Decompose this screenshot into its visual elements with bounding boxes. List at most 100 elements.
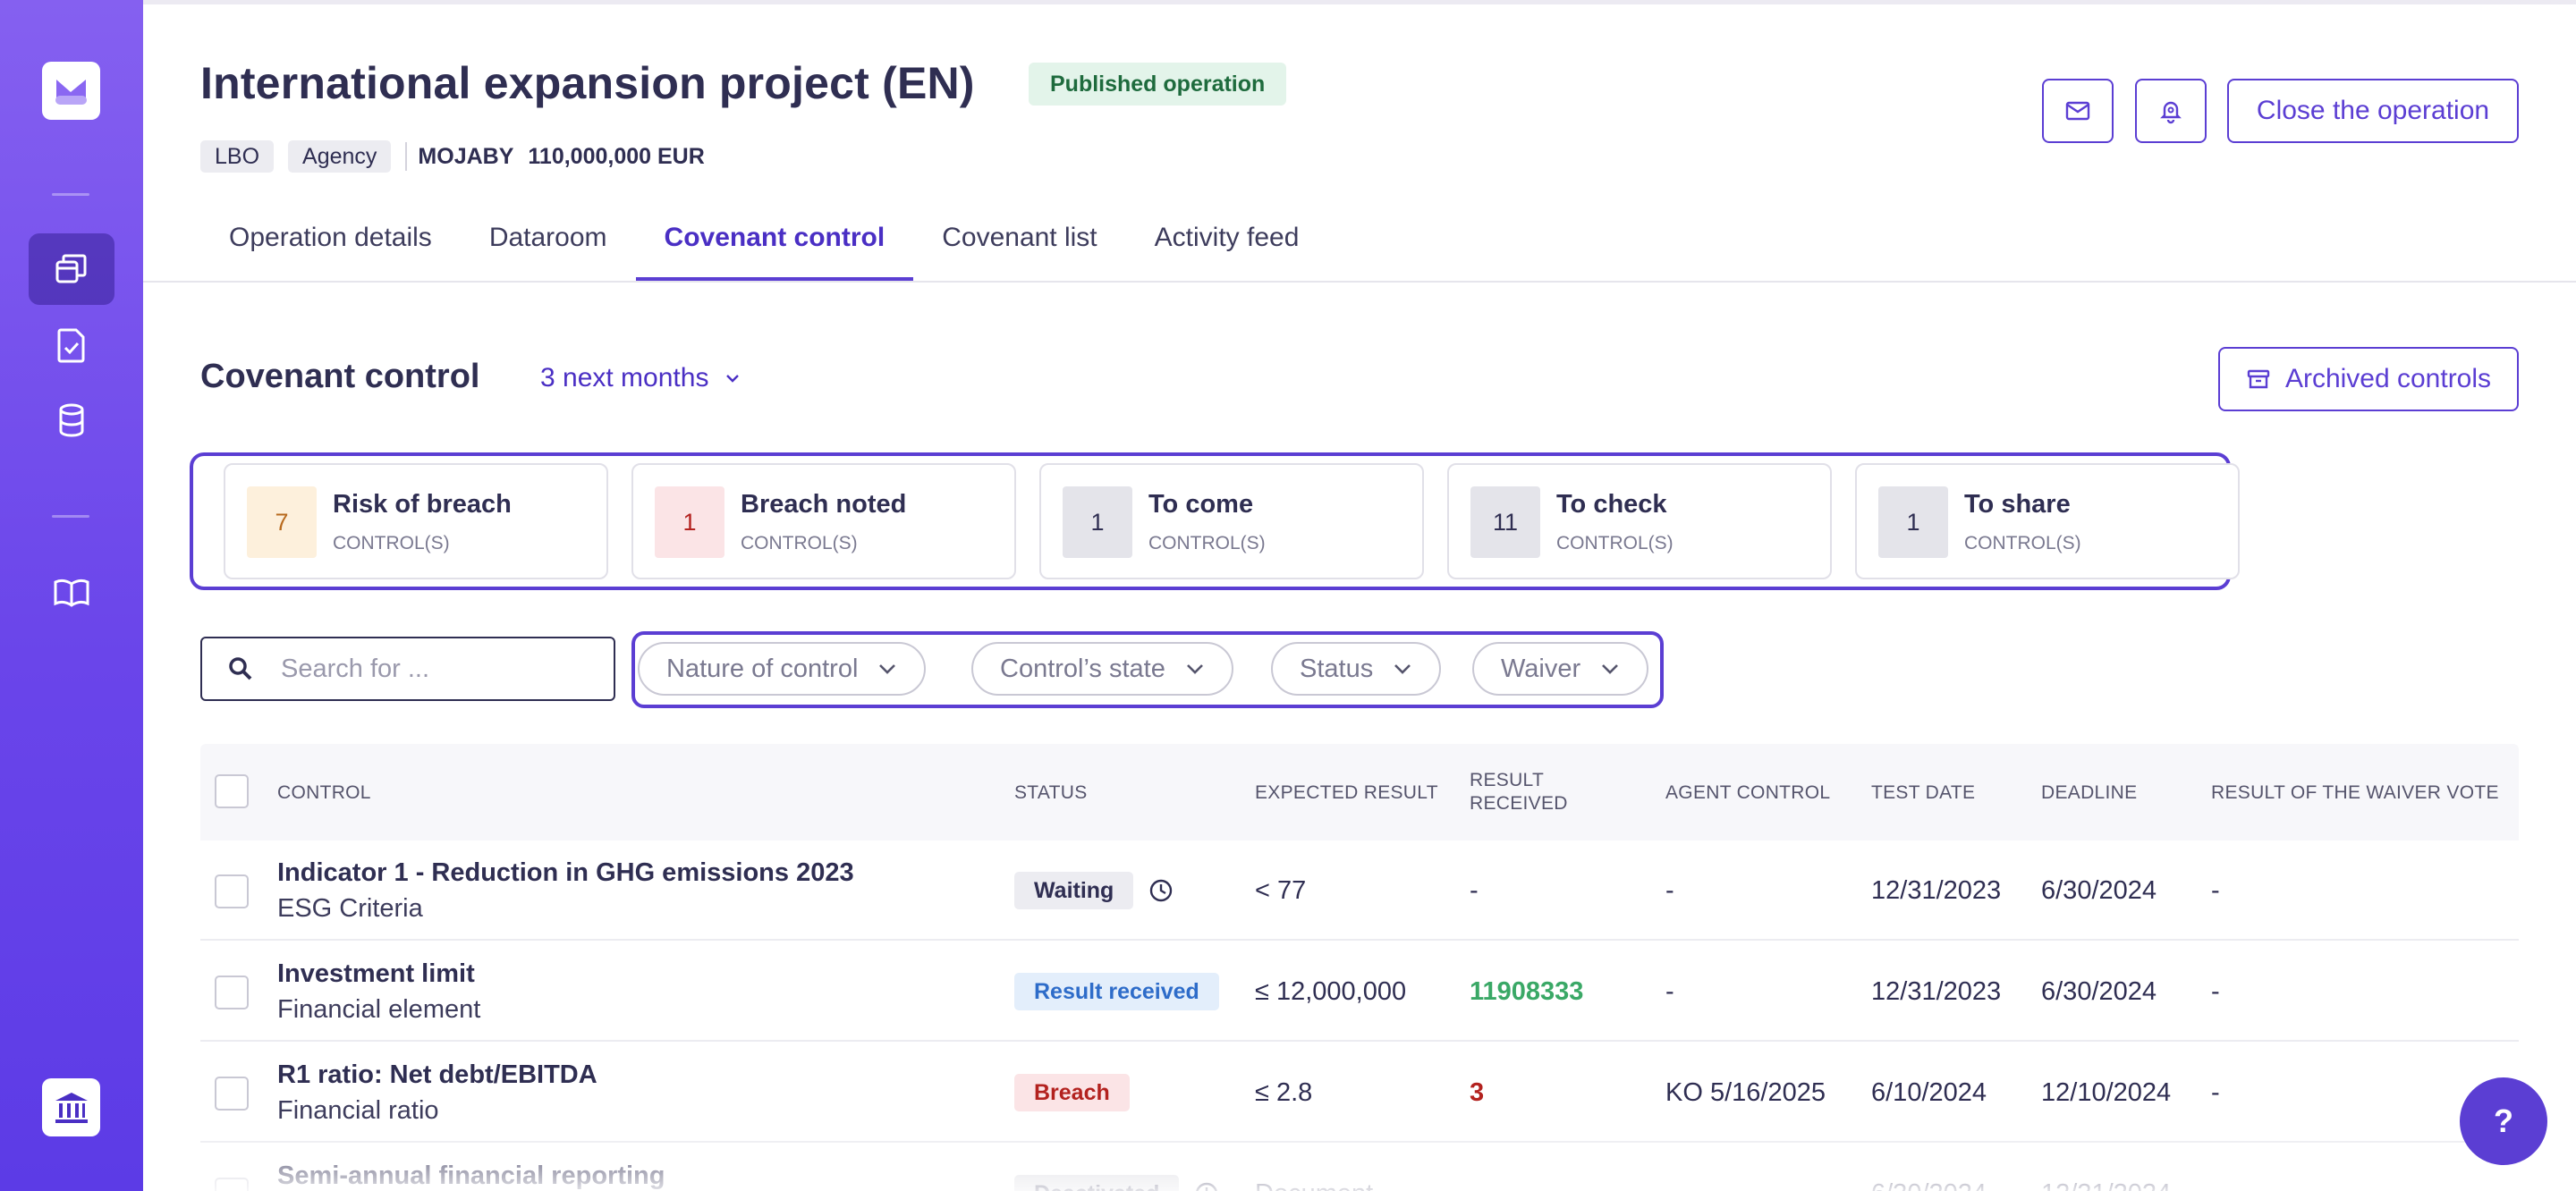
close-operation-button[interactable]: Close the operation (2227, 79, 2519, 143)
tab-operation-details[interactable]: Operation details (200, 207, 461, 281)
row-checkbox[interactable] (215, 1077, 249, 1111)
top-border (143, 0, 2576, 4)
filter-label: Status (1300, 654, 1374, 683)
sidebar-item-database[interactable] (29, 384, 114, 456)
control-category: ESG Criteria (277, 894, 423, 923)
logo-icon (55, 80, 87, 105)
test-date: 12/31/2023 (1871, 977, 2002, 1006)
archived-controls-label: Archived controls (2284, 364, 2492, 393)
published-badge: Published operation (1029, 63, 1287, 106)
summary-card[interactable]: 1 Breach noted CONTROL(S) (631, 463, 1016, 579)
col-test-date[interactable]: TEST DATE (1871, 781, 1975, 805)
sidebar-item-bank[interactable] (42, 1078, 100, 1136)
deadline: 12/10/2024 (2041, 1078, 2172, 1107)
company-name: MOJABY (418, 143, 514, 169)
summary-card[interactable]: 7 Risk of breach CONTROL(S) (224, 463, 608, 579)
summary-card[interactable]: 1 To come CONTROL(S) (1039, 463, 1424, 579)
sidebar-item-documentation[interactable] (29, 557, 114, 629)
filter-label: Control’s state (1000, 654, 1165, 683)
email-button[interactable] (2042, 79, 2114, 143)
table-header: CONTROL STATUS EXPECTED RESULT RESULT RE… (200, 744, 2519, 840)
col-status[interactable]: STATUS (1014, 781, 1088, 805)
agent-control: - (1665, 876, 1674, 905)
sidebar-item-operations[interactable] (29, 233, 114, 305)
help-button[interactable]: ? (2460, 1077, 2547, 1165)
tab-covenant-control[interactable]: Covenant control (635, 207, 914, 281)
col-result-received[interactable]: RESULT RECEIVED (1470, 769, 1568, 815)
chevron-down-icon (1394, 664, 1411, 674)
tag-role: Agency (288, 140, 392, 173)
tags-divider (405, 142, 408, 171)
tab-dataroom[interactable]: Dataroom (461, 207, 636, 281)
status-badge: Result received (1014, 973, 1219, 1010)
status-cell: Result received (1014, 973, 1219, 1010)
control-title: R1 ratio: Net debt/EBITDA (277, 1060, 597, 1089)
col-agent-control[interactable]: AGENT CONTROL (1665, 781, 1830, 805)
notifications-button[interactable] (2135, 79, 2207, 143)
app-logo[interactable] (42, 62, 100, 120)
col-result-received-line2: RECEIVED (1470, 793, 1568, 814)
control-category: Financial ratio (277, 1096, 439, 1125)
page-title: International expansion project (EN) (200, 58, 975, 108)
card-title: Breach noted (741, 490, 907, 519)
test-date: 6/10/2024 (1871, 1078, 1987, 1107)
tab-covenant-list[interactable]: Covenant list (913, 207, 1125, 281)
waiver-vote-result: - (2211, 876, 2220, 905)
status-cell: Waiting (1014, 872, 1174, 909)
waiver-vote-result: - (2211, 1078, 2220, 1107)
clock-icon (1196, 1182, 1218, 1191)
control-category: Financial element (277, 995, 481, 1024)
operation-tags: LBO Agency MOJABY 110,000,000 EUR (200, 140, 705, 173)
result-received: 3 (1470, 1078, 1485, 1107)
row-checkbox[interactable] (215, 1178, 249, 1191)
filter-nature-of-control[interactable]: Nature of control (638, 642, 927, 696)
archived-controls-button[interactable]: Archived controls (2218, 347, 2519, 411)
period-label: 3 next months (540, 363, 709, 393)
search-input[interactable] (281, 654, 585, 684)
status-cell: Deactivated (1014, 1175, 1220, 1191)
search-box[interactable] (200, 637, 615, 701)
deadline: 6/30/2024 (2041, 977, 2157, 1006)
deadline: 6/30/2024 (2041, 876, 2157, 905)
filter-label: Waiver (1501, 654, 1581, 683)
filter-label: Nature of control (666, 654, 859, 683)
table-row[interactable]: Indicator 1 - Reduction in GHG emissions… (200, 840, 2519, 941)
tag-type: LBO (200, 140, 275, 173)
col-expected-result[interactable]: EXPECTED RESULT (1255, 781, 1438, 805)
card-subtitle: CONTROL(S) (1556, 533, 1674, 553)
filter-control-state[interactable]: Control’s state (971, 642, 1233, 696)
table-row[interactable]: Semi-annual financial reporting Deactivat… (200, 1144, 2519, 1191)
row-checkbox[interactable] (215, 874, 249, 908)
filter-waiver[interactable]: Waiver (1472, 642, 1649, 696)
period-dropdown[interactable]: 3 next months (540, 363, 741, 393)
card-title: To check (1556, 490, 1667, 519)
filter-status[interactable]: Status (1271, 642, 1442, 696)
operations-icon (55, 254, 87, 283)
row-checkbox[interactable] (215, 976, 249, 1009)
sidebar-divider (52, 515, 89, 518)
card-title: To come (1148, 490, 1254, 519)
col-result-received-line1: RESULT (1470, 770, 1545, 790)
bank-icon (55, 1092, 88, 1123)
summary-card[interactable]: 11 To check CONTROL(S) (1447, 463, 1832, 579)
waiver-vote-result: - (2211, 977, 2220, 1006)
search-icon (229, 657, 252, 680)
sidebar-item-checklist[interactable] (29, 309, 114, 381)
tab-activity-feed[interactable]: Activity feed (1126, 207, 1328, 281)
card-count: 1 (1878, 486, 1948, 558)
status-badge: Breach (1014, 1074, 1130, 1111)
col-control[interactable]: CONTROL (277, 781, 371, 805)
select-all-checkbox[interactable] (215, 774, 249, 808)
summary-card[interactable]: 1 To share CONTROL(S) (1855, 463, 2240, 579)
checklist-icon (57, 328, 85, 363)
chevron-down-icon (1602, 664, 1619, 674)
table-row[interactable]: R1 ratio: Net debt/EBITDA Financial ratio… (200, 1043, 2519, 1143)
col-deadline[interactable]: DEADLINE (2041, 781, 2137, 805)
chevron-down-icon (726, 375, 740, 383)
clock-icon (1150, 879, 1173, 902)
status-badge: Waiting (1014, 872, 1134, 909)
table-row[interactable]: Investment limit Financial element Result … (200, 942, 2519, 1042)
col-waiver-vote[interactable]: RESULT OF THE WAIVER VOTE (2211, 781, 2499, 805)
card-count: 11 (1470, 486, 1540, 558)
chevron-down-icon (879, 664, 896, 674)
